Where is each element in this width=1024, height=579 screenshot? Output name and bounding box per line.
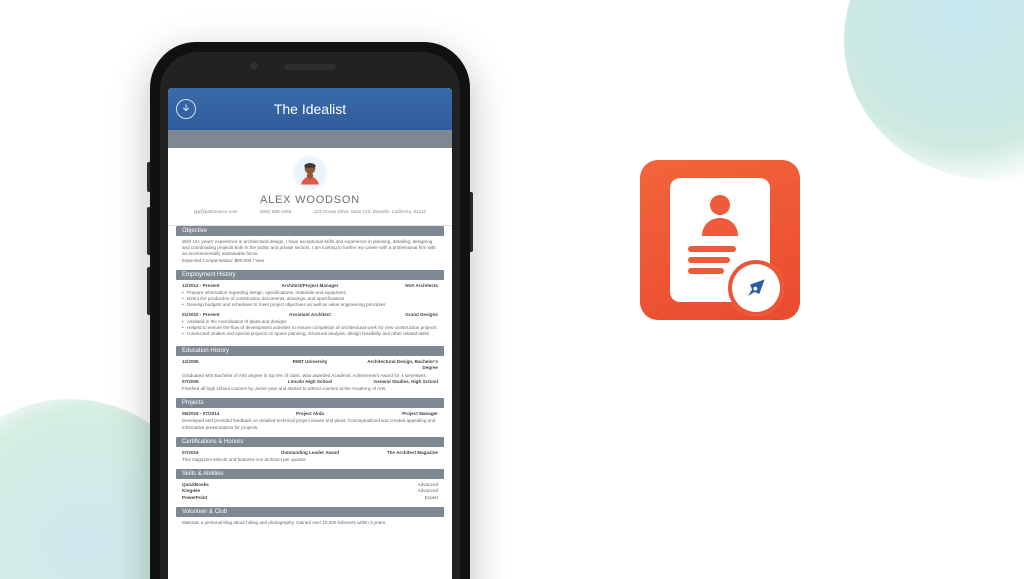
section-title: Certifications & Honors bbox=[176, 437, 444, 447]
cert-row: 07/2016Outstanding Leader AwardThe Archi… bbox=[182, 450, 438, 456]
app-icon bbox=[640, 160, 800, 320]
cert-note: This magazine selects and features one a… bbox=[182, 457, 438, 463]
project-note: Developed and provided feedback on detai… bbox=[182, 418, 438, 430]
section-certs: Certifications & Honors 07/2016Outstandi… bbox=[176, 437, 444, 466]
section-title: Objective bbox=[176, 226, 444, 236]
phone-side-button bbox=[470, 192, 473, 252]
phone-speaker bbox=[284, 64, 336, 70]
avatar-icon bbox=[293, 156, 327, 190]
project-row: 06/2015 - 07/2014Project AlidaProject Ma… bbox=[182, 411, 438, 417]
education-note: Finished all high school courses by Juni… bbox=[182, 386, 438, 392]
section-education: Education History 12/2009RMIT University… bbox=[176, 346, 444, 395]
profile-block: ALEX WOODSON pjp@pathsource.com (650) 58… bbox=[168, 148, 452, 226]
phone-side-button bbox=[147, 162, 150, 192]
section-employment: Employment History 12/2012 - PresentArch… bbox=[176, 270, 444, 344]
phone-frame: The Idealist ALEX WOODSON bbox=[150, 42, 470, 579]
education-row: 12/2009RMIT UniversityArchitectural Desi… bbox=[182, 359, 438, 371]
objective-compensation: Expected Compensation: $90,000 / Year bbox=[182, 258, 438, 264]
phone-camera bbox=[250, 62, 258, 70]
employment-row: 01/2010 - PresentAssistant ArchitectGran… bbox=[182, 312, 438, 318]
employment-bullets: Prepare information regarding design, sp… bbox=[182, 290, 438, 309]
volunteer-note: Maintain a personal blog about hiking an… bbox=[182, 520, 438, 526]
pen-badge-icon bbox=[728, 260, 784, 316]
section-volunteer: Volunteer & Club Maintain a personal blo… bbox=[176, 507, 444, 529]
section-title: Skills & Abilities bbox=[176, 469, 444, 479]
education-row: 07/2005Lincoln High SchoolGeneral Studie… bbox=[182, 379, 438, 385]
profile-phone: (650) 588-4455 bbox=[260, 209, 291, 214]
phone-side-button bbox=[147, 207, 150, 255]
resume-page[interactable]: ALEX WOODSON pjp@pathsource.com (650) 58… bbox=[168, 130, 452, 529]
download-button[interactable] bbox=[176, 99, 196, 119]
objective-text: With 10+ years' experience in architectu… bbox=[182, 239, 438, 258]
profile-address: 123 Ocean Drive, Suite 123, Danville, Ca… bbox=[314, 209, 426, 214]
section-objective: Objective With 10+ years' experience in … bbox=[176, 226, 444, 267]
download-icon bbox=[181, 104, 191, 114]
section-title: Employment History bbox=[176, 270, 444, 280]
appbar-title: The Idealist bbox=[274, 101, 346, 117]
section-skills: Skills & Abilities QuickBooksAdvancedKin… bbox=[176, 469, 444, 504]
bg-blob-top-right bbox=[844, 0, 1024, 180]
section-projects: Projects 06/2015 - 07/2014Project AlidaP… bbox=[176, 398, 444, 434]
employment-row: 12/2012 - PresentArchitect/Project Manag… bbox=[182, 283, 438, 289]
section-title: Education History bbox=[176, 346, 444, 356]
app-screen: The Idealist ALEX WOODSON bbox=[168, 88, 452, 579]
profile-email: pjp@pathsource.com bbox=[194, 209, 237, 214]
app-bar: The Idealist bbox=[168, 88, 452, 130]
employment-bullets: Assisted in the coordination of plans an… bbox=[182, 319, 438, 338]
doc-line-icon bbox=[688, 257, 730, 263]
doc-line-icon bbox=[688, 246, 736, 252]
header-band bbox=[168, 130, 452, 148]
skill-row: PowerPointExpert bbox=[182, 495, 438, 501]
profile-name: ALEX WOODSON bbox=[180, 194, 440, 206]
phone-side-button bbox=[147, 267, 150, 315]
doc-line-icon bbox=[688, 268, 724, 274]
section-title: Volunteer & Club bbox=[176, 507, 444, 517]
person-silhouette-icon bbox=[696, 190, 744, 238]
doc-card-icon bbox=[670, 178, 770, 302]
section-title: Projects bbox=[176, 398, 444, 408]
